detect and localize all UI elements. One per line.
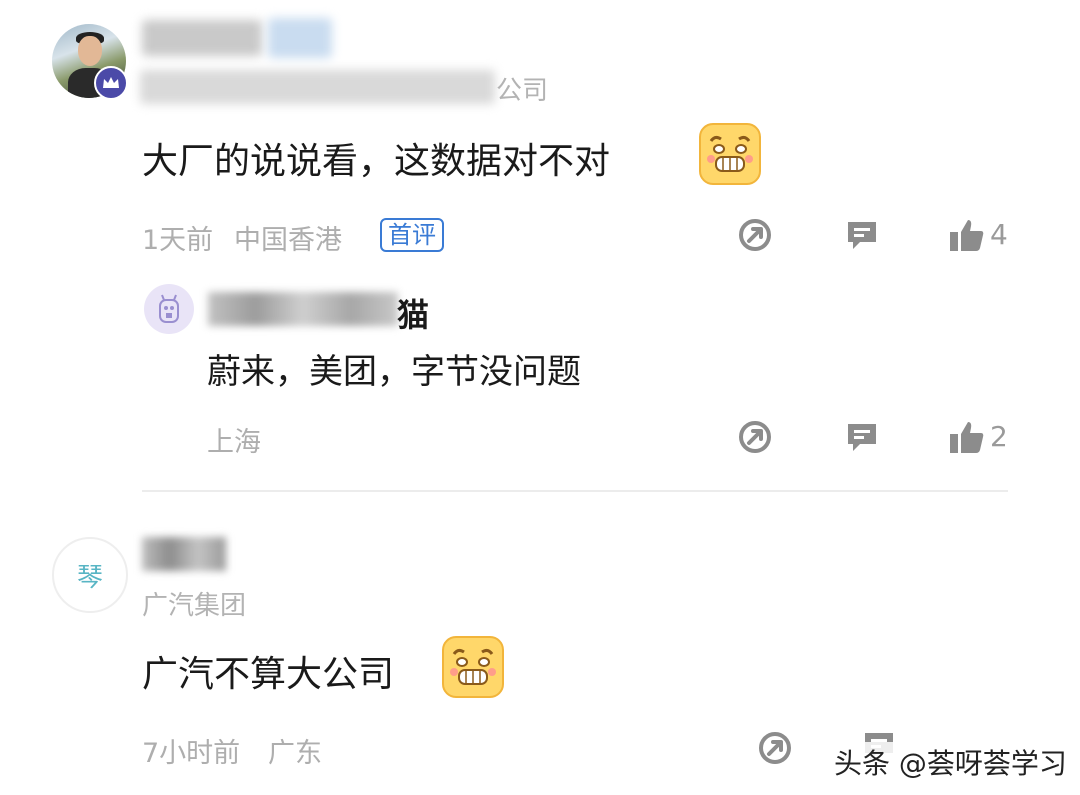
thumbs-up-icon[interactable] [949, 420, 985, 458]
comment-divider [142, 490, 1008, 492]
reply-like-count: 2 [990, 420, 1008, 453]
reply-username-suffix: 猫 [397, 296, 430, 334]
company-redacted [140, 70, 495, 104]
reply-text: 蔚来，美团，字节没问题 [207, 352, 581, 392]
reply-location: 上海 [207, 427, 261, 458]
watermark: 头条 @荟呀荟学习 [830, 742, 1071, 782]
share-icon[interactable] [738, 218, 772, 256]
comment-time: 1天前 [142, 225, 214, 256]
comment-icon[interactable] [845, 218, 879, 256]
grin-emoji-icon [699, 123, 761, 185]
crown-icon [94, 66, 128, 100]
user-avatar[interactable]: 琴 [52, 537, 128, 613]
first-comment-badge: 首评 [380, 218, 444, 252]
username-redacted[interactable] [142, 537, 226, 571]
thumbs-up-icon[interactable] [949, 218, 985, 256]
avatar-initial: 琴 [76, 562, 103, 593]
company-suffix: 公司 [496, 76, 549, 106]
username-redacted[interactable] [142, 20, 262, 56]
share-icon[interactable] [758, 731, 792, 769]
comment-location: 中国香港 [234, 225, 342, 256]
share-icon[interactable] [738, 420, 772, 458]
like-count: 4 [990, 218, 1008, 251]
username-redacted-extra [268, 18, 332, 58]
comment-icon[interactable] [845, 420, 879, 458]
comment-text: 大厂的说说看，这数据对不对 [142, 141, 611, 182]
comment-location: 广东 [268, 738, 322, 769]
reply-user-avatar[interactable] [144, 284, 194, 334]
comment-text: 广汽不算大公司 [142, 654, 395, 695]
comment-time: 7小时前 [142, 738, 241, 769]
reply-username-redacted[interactable] [208, 292, 398, 326]
grin-emoji-icon [442, 636, 504, 698]
user-company: 广汽集团 [142, 591, 247, 621]
